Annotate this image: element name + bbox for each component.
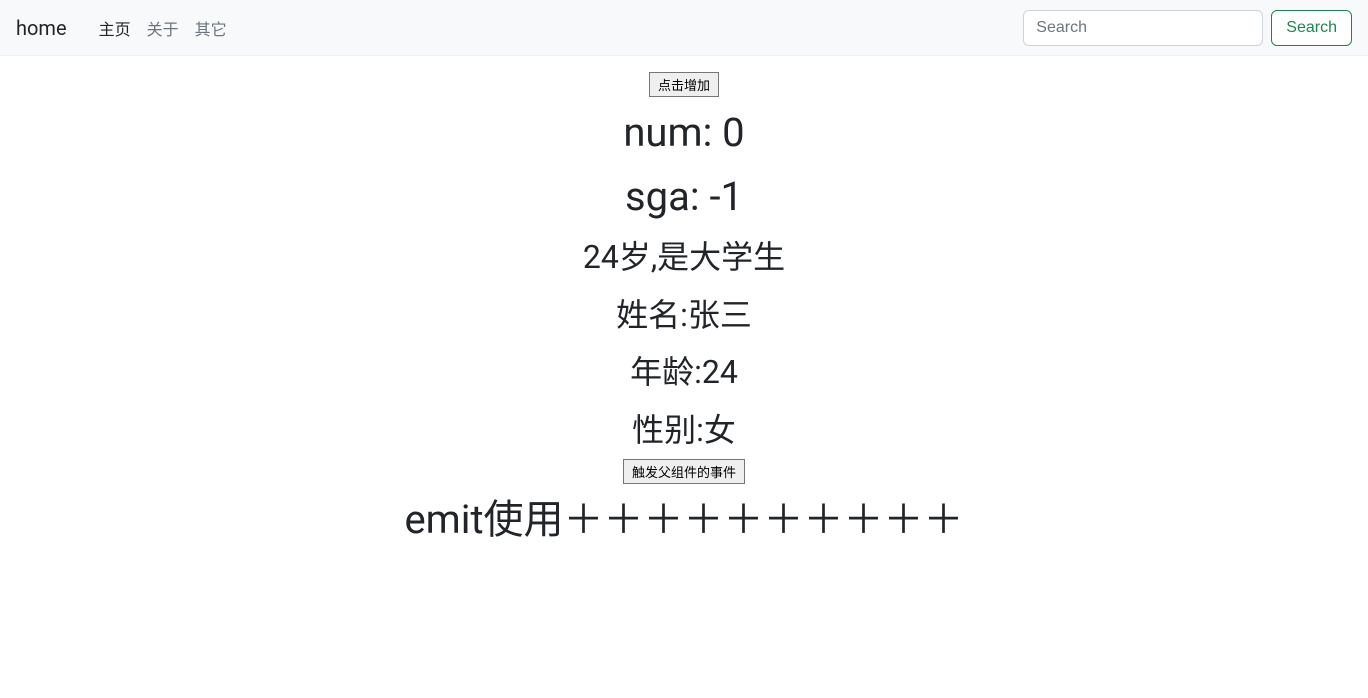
nav-links: 主页 关于 其它 (99, 16, 227, 40)
gender-line: 性别:女 (632, 410, 736, 452)
nav-link-other[interactable]: 其它 (195, 16, 227, 40)
navbar-brand[interactable]: home (16, 16, 83, 40)
search-input[interactable] (1023, 10, 1263, 46)
age-line: 年龄:24 (630, 352, 738, 394)
increment-button[interactable]: 点击增加 (649, 72, 719, 97)
emit-usage: emit使用＋＋＋＋＋＋＋＋＋＋ (404, 496, 963, 544)
age-description: 24岁,是大学生 (583, 237, 785, 279)
navbar: home 主页 关于 其它 Search (0, 0, 1368, 56)
emit-button[interactable]: 触发父组件的事件 (623, 459, 745, 484)
navbar-left: home 主页 关于 其它 (16, 16, 227, 40)
search-button[interactable]: Search (1271, 10, 1352, 46)
num-display: num: 0 (623, 109, 744, 157)
name-line: 姓名:张三 (616, 295, 752, 337)
navbar-right: Search (1023, 10, 1352, 46)
nav-link-home[interactable]: 主页 (99, 16, 131, 40)
nav-link-about[interactable]: 关于 (147, 16, 179, 40)
main-content: 点击增加 num: 0 sga: -1 24岁,是大学生 姓名:张三 年龄:24… (0, 56, 1368, 552)
sga-display: sga: -1 (625, 173, 743, 221)
